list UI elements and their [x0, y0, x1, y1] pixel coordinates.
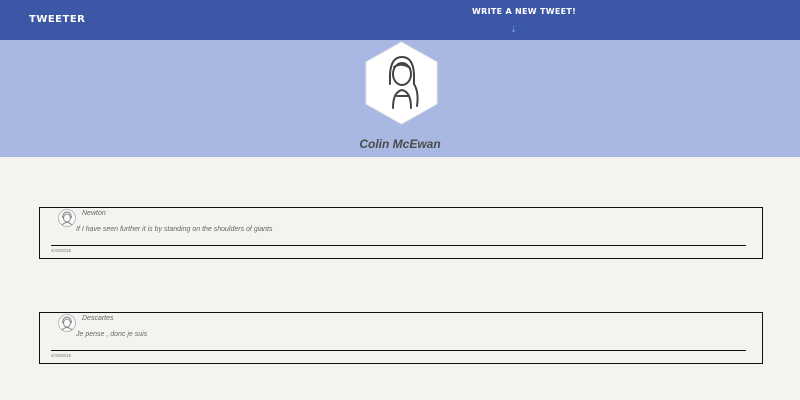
tweet-author[interactable]: Newton: [82, 210, 106, 217]
tweet-author[interactable]: Descartes: [82, 315, 114, 322]
tweet-date: 4/19/2016: [51, 353, 72, 358]
brand-link[interactable]: TWEETER: [29, 14, 85, 25]
write-new-tweet-link[interactable]: WRITE A NEW TWEET!: [472, 7, 576, 16]
profile-avatar: [365, 41, 438, 125]
tweet-card: Descartes Je pense , donc je suis 4/19/2…: [39, 312, 763, 364]
tweet-text: If I have seen further it is by standing…: [76, 226, 273, 233]
compose-caret-icon: ⇣: [510, 25, 517, 34]
tweet-divider: [51, 350, 746, 351]
tweet-author-avatar-icon: [58, 209, 76, 227]
profile-name: Colin McEwan: [359, 137, 441, 151]
tweet-divider: [51, 245, 746, 246]
profile-hero: Colin McEwan: [0, 40, 800, 157]
navbar: TWEETER WRITE A NEW TWEET! ⇣: [0, 0, 800, 40]
tweet-date: 4/19/2016: [51, 248, 72, 253]
tweet-author-avatar-icon: [58, 314, 76, 332]
tweet-text: Je pense , donc je suis: [76, 331, 148, 338]
tweet-card: Newton If I have seen further it is by s…: [39, 207, 763, 259]
